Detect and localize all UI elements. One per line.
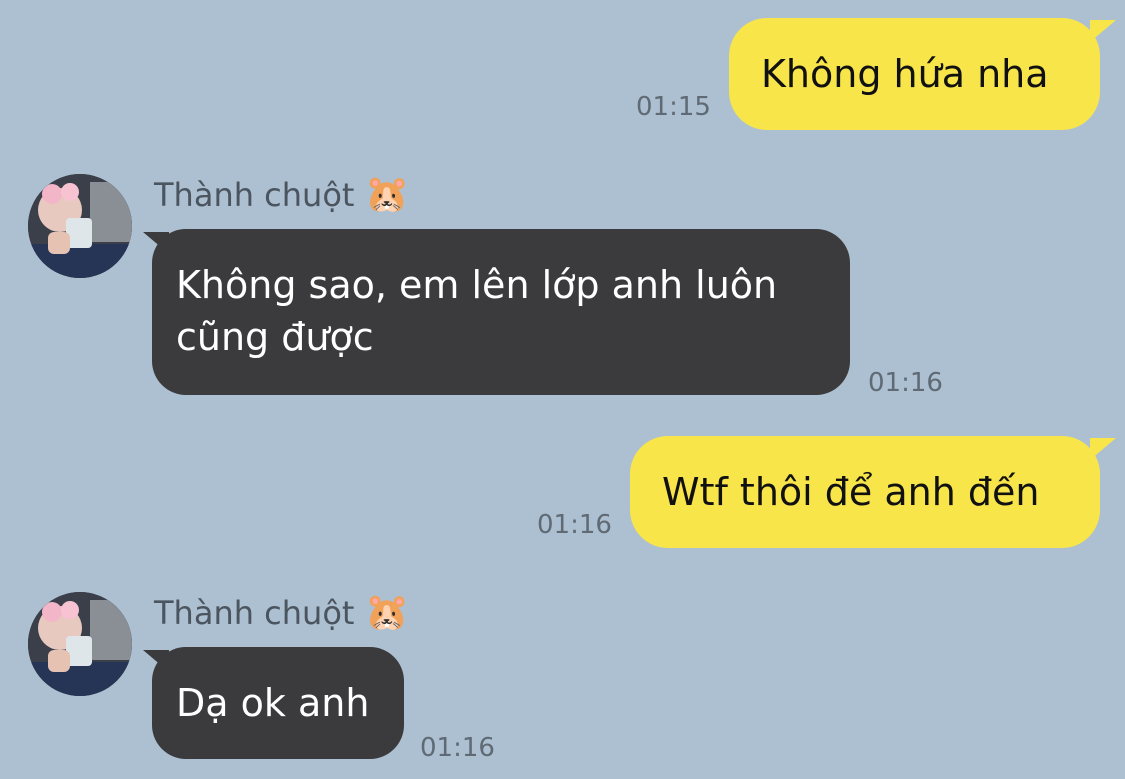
- message-bubble-outgoing[interactable]: Wtf thôi để anh đến: [630, 436, 1100, 548]
- message-bubble-outgoing[interactable]: Không hứa nha: [729, 18, 1100, 130]
- message-bubble-incoming[interactable]: Dạ ok anh: [152, 647, 404, 759]
- message-text-line: Không sao, em lên lớp anh luôn: [176, 263, 778, 307]
- message-time: 01:16: [868, 368, 943, 398]
- message-bubble-incoming[interactable]: Không sao, em lên lớp anh luôn cũng được: [152, 229, 850, 395]
- bubble-tail: [1090, 438, 1116, 460]
- avatar[interactable]: [28, 174, 132, 278]
- message-time: 01:16: [537, 510, 612, 540]
- sender-name: Thành chuột 🐹: [154, 174, 410, 215]
- message-time: 01:15: [636, 92, 711, 122]
- hamster-icon: 🐹: [364, 592, 410, 633]
- chat-thread: Không hứa nha 01:15 Thành chuột 🐹 Không …: [0, 0, 1125, 779]
- message-text: Wtf thôi để anh đến: [662, 470, 1040, 514]
- message-time: 01:16: [420, 733, 495, 763]
- sender-name: Thành chuột 🐹: [154, 592, 410, 633]
- hamster-icon: 🐹: [364, 174, 410, 215]
- message-text-line: cũng được: [176, 315, 374, 359]
- avatar[interactable]: [28, 592, 132, 696]
- message-text: Không hứa nha: [761, 52, 1049, 96]
- message-text: Dạ ok anh: [176, 681, 370, 725]
- bubble-tail: [1090, 20, 1116, 42]
- avatar-photo: [28, 592, 132, 696]
- avatar-photo: [28, 174, 132, 278]
